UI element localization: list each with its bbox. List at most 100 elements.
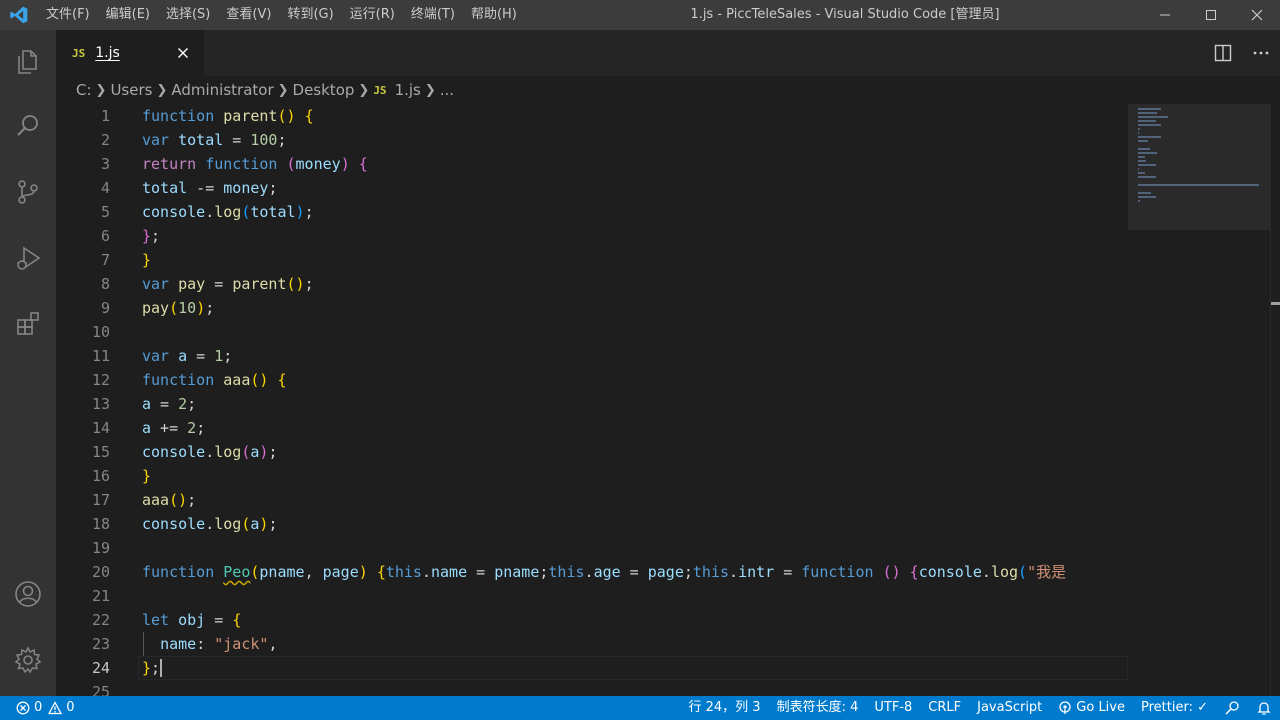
code-text: var a = 1; <box>142 347 233 365</box>
language-mode[interactable]: JavaScript <box>969 696 1050 720</box>
go-live-label: Go Live <box>1076 700 1125 715</box>
code-text: function parent() { <box>142 107 314 125</box>
minimap-line <box>1138 176 1156 178</box>
menu-bar: 文件(F) 编辑(E) 选择(S) 查看(V) 转到(G) 运行(R) 终端(T… <box>38 0 525 30</box>
code-line[interactable]: 12 function aaa() { <box>56 368 1128 392</box>
explorer-icon[interactable] <box>0 34 56 90</box>
tab-size[interactable]: 制表符长度: 4 <box>769 696 867 720</box>
js-file-icon: JS <box>373 83 387 97</box>
code-line[interactable]: 7} <box>56 248 1128 272</box>
breadcrumb-users[interactable]: Users <box>110 81 152 99</box>
minimap[interactable] <box>1128 104 1270 696</box>
menu-run[interactable]: 运行(R) <box>342 0 403 30</box>
code-text: a = 2; <box>142 395 197 413</box>
menu-file[interactable]: 文件(F) <box>38 0 98 30</box>
code-line[interactable]: 11 var a = 1; <box>56 344 1128 368</box>
code-text: total -= money; <box>142 179 278 197</box>
menu-selection[interactable]: 选择(S) <box>158 0 218 30</box>
code-line[interactable]: 8 var pay = parent(); <box>56 272 1128 296</box>
code-line[interactable]: 3 return function (money) { <box>56 152 1128 176</box>
warning-icon <box>48 701 63 715</box>
file-encoding[interactable]: UTF-8 <box>866 696 920 720</box>
code-editor[interactable]: 1 function parent() {2 var total = 100; 3 re… <box>56 104 1128 696</box>
activity-bar <box>0 30 56 696</box>
chevron-right-icon: ❯ <box>95 82 107 98</box>
code-text: pay(10); <box>142 299 215 317</box>
line-number: 14 <box>91 419 110 437</box>
code-line[interactable]: 9 pay(10); <box>56 296 1128 320</box>
code-line[interactable]: 6}; <box>56 224 1128 248</box>
menu-edit[interactable]: 编辑(E) <box>98 0 158 30</box>
run-debug-icon[interactable] <box>0 230 56 286</box>
code-line[interactable]: 17 aaa(); <box>56 488 1128 512</box>
code-line[interactable]: 15 console.log(a); <box>56 440 1128 464</box>
end-of-line[interactable]: CRLF <box>920 696 969 720</box>
minimap-slider[interactable] <box>1128 104 1270 230</box>
code-line[interactable]: 21 <box>56 584 1128 608</box>
source-control-icon[interactable] <box>0 164 56 220</box>
code-line[interactable]: 1 function parent() { <box>56 104 1128 128</box>
code-line[interactable]: 10 <box>56 320 1128 344</box>
menu-help[interactable]: 帮助(H) <box>463 0 525 30</box>
breadcrumb-administrator[interactable]: Administrator <box>171 81 273 99</box>
code-line[interactable]: 14 a += 2; <box>56 416 1128 440</box>
problems-indicator[interactable]: 0 0 <box>8 696 83 720</box>
prettier-status[interactable]: Prettier: ✓ <box>1133 696 1216 720</box>
line-number: 5 <box>100 203 110 221</box>
tab-1-js[interactable]: JS 1.js <box>56 30 204 76</box>
line-number: 17 <box>91 491 110 509</box>
menu-terminal[interactable]: 终端(T) <box>403 0 463 30</box>
line-number: 7 <box>100 251 110 269</box>
chevron-right-icon: ❯ <box>156 82 168 98</box>
code-line[interactable]: 18 console.log(a); <box>56 512 1128 536</box>
code-text: }; <box>142 659 161 677</box>
minimap-line <box>1138 172 1146 174</box>
vertical-scrollbar[interactable] <box>1270 104 1280 696</box>
minimap-line <box>1138 116 1168 118</box>
line-number: 22 <box>91 611 110 629</box>
code-line[interactable]: 22 let obj = { <box>56 608 1128 632</box>
code-line[interactable]: 24}; <box>56 656 1128 680</box>
maximize-icon[interactable] <box>1188 0 1234 30</box>
code-line[interactable]: 5 console.log(total); <box>56 200 1128 224</box>
code-text: }; <box>142 227 161 245</box>
code-line[interactable]: 23 name: "jack", <box>56 632 1128 656</box>
extensions-icon[interactable] <box>0 296 56 352</box>
code-line[interactable]: 25 <box>56 680 1128 696</box>
search-icon[interactable] <box>0 98 56 154</box>
breadcrumb-symbols[interactable]: ... <box>440 81 454 99</box>
code-text: } <box>142 467 152 485</box>
more-actions-icon[interactable] <box>1242 30 1280 76</box>
code-line[interactable]: 4 total -= money; <box>56 176 1128 200</box>
close-icon[interactable] <box>174 44 192 62</box>
notifications-bell-icon[interactable] <box>1248 696 1280 720</box>
menu-view[interactable]: 查看(V) <box>218 0 279 30</box>
minimap-line <box>1138 192 1152 194</box>
code-line[interactable]: 16} <box>56 464 1128 488</box>
broadcast-icon <box>1059 701 1071 714</box>
code-line[interactable]: 20 function Peo(pname, page) {this.name =… <box>56 560 1128 584</box>
breadcrumb-file[interactable]: 1.js <box>395 81 421 99</box>
breadcrumb-desktop[interactable]: Desktop <box>293 81 355 99</box>
minimap-line <box>1138 184 1260 186</box>
go-live-button[interactable]: Go Live <box>1050 696 1133 720</box>
minimap-line <box>1138 156 1146 158</box>
cursor-position-marker <box>1271 302 1280 305</box>
feedback-icon[interactable] <box>1216 696 1248 720</box>
minimap-line <box>1138 108 1161 110</box>
cursor-position[interactable]: 行 24，列 3 <box>680 696 768 720</box>
line-number: 25 <box>91 683 110 696</box>
minimize-icon[interactable] <box>1142 0 1188 30</box>
code-line[interactable]: 13 a = 2; <box>56 392 1128 416</box>
settings-gear-icon[interactable] <box>0 632 56 688</box>
minimap-line <box>1138 140 1148 142</box>
split-editor-icon[interactable] <box>1204 30 1242 76</box>
breadcrumb-drive[interactable]: C: <box>76 81 92 99</box>
menu-go[interactable]: 转到(G) <box>279 0 341 30</box>
close-window-icon[interactable] <box>1234 0 1280 30</box>
line-number: 15 <box>91 443 110 461</box>
code-line[interactable]: 2 var total = 100; <box>56 128 1128 152</box>
account-icon[interactable] <box>0 566 56 622</box>
code-text: var total = 100; <box>142 131 287 149</box>
code-line[interactable]: 19 <box>56 536 1128 560</box>
